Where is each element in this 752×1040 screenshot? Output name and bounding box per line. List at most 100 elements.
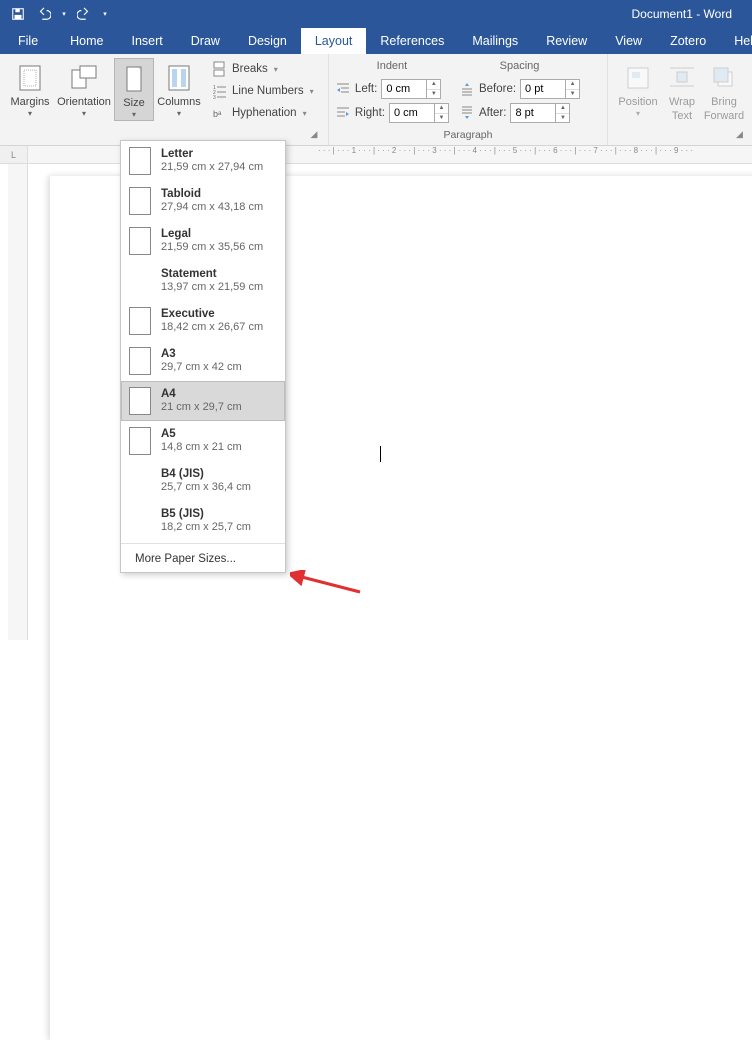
breaks-label: Breaks	[232, 63, 268, 75]
spin-down-icon[interactable]: ▼	[435, 114, 448, 123]
ribbon: Margins ▾ Orientation ▾ Size ▾	[0, 54, 752, 146]
size-option-a5[interactable]: A514,8 cm x 21 cm	[121, 421, 285, 461]
svg-text:bᵃ: bᵃ	[213, 109, 222, 119]
bring-forward-label: Bring	[711, 96, 737, 108]
spin-up-icon[interactable]: ▲	[435, 104, 448, 114]
quick-access-toolbar: ▾ ▾	[0, 3, 112, 25]
spacing-before-label: Before:	[479, 83, 516, 95]
page-icon	[129, 307, 151, 335]
spin-up-icon[interactable]: ▲	[427, 80, 440, 90]
spacing-before-input[interactable]: ▲▼	[520, 79, 580, 99]
size-option-statement[interactable]: Statement13,97 cm x 21,59 cm	[121, 261, 285, 301]
dialog-launcher-icon[interactable]: ◢	[308, 129, 320, 141]
size-dimensions: 29,7 cm x 42 cm	[161, 361, 242, 374]
size-option-a4[interactable]: A421 cm x 29,7 cm	[121, 381, 285, 421]
group-label-paragraph: Paragraph	[335, 129, 601, 143]
margins-button[interactable]: Margins ▾	[6, 58, 54, 119]
vertical-ruler[interactable]	[8, 164, 28, 640]
bring-forward-label2: Forward	[704, 110, 744, 122]
tab-references[interactable]: References	[366, 28, 458, 54]
size-name: Statement	[161, 268, 263, 282]
spacing-before-value[interactable]	[521, 80, 565, 98]
size-option-a3[interactable]: A329,7 cm x 42 cm	[121, 341, 285, 381]
size-option-executive[interactable]: Executive18,42 cm x 26,67 cm	[121, 301, 285, 341]
indent-left-icon	[335, 81, 351, 97]
indent-right-value[interactable]	[390, 104, 434, 122]
tab-view[interactable]: View	[601, 28, 656, 54]
chevron-down-icon: ▾	[82, 110, 86, 119]
tab-review[interactable]: Review	[532, 28, 601, 54]
text-cursor	[380, 446, 381, 462]
spin-up-icon[interactable]: ▲	[556, 104, 569, 114]
save-icon[interactable]	[6, 3, 30, 25]
qat-customize-icon[interactable]: ▾	[98, 3, 112, 25]
spacing-after-input[interactable]: ▲▼	[510, 103, 570, 123]
tab-layout[interactable]: Layout	[301, 28, 367, 54]
spin-down-icon[interactable]: ▼	[427, 90, 440, 99]
redo-icon[interactable]	[72, 3, 96, 25]
group-paragraph: Indent Left: ▲▼ Right: ▲▼ Spacing	[329, 54, 608, 145]
orientation-label: Orientation	[57, 96, 111, 108]
margins-label: Margins	[10, 96, 49, 108]
size-option-tabloid[interactable]: Tabloid27,94 cm x 43,18 cm	[121, 181, 285, 221]
tab-mailings[interactable]: Mailings	[458, 28, 532, 54]
document-title: Document1 - Word	[632, 7, 732, 21]
size-option-letter[interactable]: Letter21,59 cm x 27,94 cm	[121, 141, 285, 181]
indent-right-icon	[335, 105, 351, 121]
size-dimensions: 27,94 cm x 43,18 cm	[161, 201, 263, 214]
tab-home[interactable]: Home	[56, 28, 117, 54]
indent-right-input[interactable]: ▲▼	[389, 103, 449, 123]
breaks-icon	[212, 61, 228, 77]
orientation-icon	[68, 62, 100, 94]
size-dimensions: 13,97 cm x 21,59 cm	[161, 281, 263, 294]
columns-button[interactable]: Columns ▾	[154, 58, 204, 119]
group-arrange: Position ▾ Wrap Text Bring Forward	[608, 54, 752, 145]
spin-down-icon[interactable]: ▼	[556, 114, 569, 123]
line-numbers-button[interactable]: 123 Line Numbers ▾	[208, 80, 318, 102]
undo-dropdown-icon[interactable]: ▾	[58, 3, 70, 25]
size-dimensions: 25,7 cm x 36,4 cm	[161, 481, 251, 494]
line-numbers-icon: 123	[212, 83, 228, 99]
spin-up-icon[interactable]: ▲	[566, 80, 579, 90]
size-name: B4 (JIS)	[161, 468, 251, 482]
hyphenation-button[interactable]: bᵃ Hyphenation ▾	[208, 102, 318, 124]
more-paper-sizes[interactable]: More Paper Sizes...	[121, 546, 285, 572]
columns-icon	[163, 62, 195, 94]
size-button[interactable]: Size ▾	[114, 58, 154, 121]
page-icon	[129, 427, 151, 455]
ruler-corner[interactable]: L	[0, 146, 28, 164]
undo-icon[interactable]	[32, 3, 56, 25]
hyphenation-label: Hyphenation	[232, 107, 297, 119]
page-icon	[129, 347, 151, 375]
tab-zotero[interactable]: Zotero	[656, 28, 720, 54]
size-dimensions: 21,59 cm x 27,94 cm	[161, 161, 263, 174]
group-page-setup: Margins ▾ Orientation ▾ Size ▾	[0, 54, 329, 145]
columns-label: Columns	[157, 96, 200, 108]
indent-left-input[interactable]: ▲▼	[381, 79, 441, 99]
spacing-after-label: After:	[479, 107, 506, 119]
ribbon-tabs: File Home Insert Draw Design Layout Refe…	[0, 28, 752, 54]
tab-insert[interactable]: Insert	[118, 28, 177, 54]
size-option-b4-jis-[interactable]: B4 (JIS)25,7 cm x 36,4 cm	[121, 461, 285, 501]
tab-file[interactable]: File	[0, 28, 56, 54]
size-name: Tabloid	[161, 188, 263, 202]
wrap-text-button: Wrap Text	[662, 58, 702, 122]
size-option-legal[interactable]: Legal21,59 cm x 35,56 cm	[121, 221, 285, 261]
tab-draw[interactable]: Draw	[177, 28, 234, 54]
tab-design[interactable]: Design	[234, 28, 301, 54]
menu-separator	[121, 543, 285, 544]
chevron-down-icon: ▾	[303, 109, 307, 118]
size-dropdown-menu: Letter21,59 cm x 27,94 cmTabloid27,94 cm…	[120, 140, 286, 573]
size-label: Size	[123, 97, 144, 109]
spin-down-icon[interactable]: ▼	[566, 90, 579, 99]
size-name: A5	[161, 428, 242, 442]
tab-help[interactable]: Help	[720, 28, 752, 54]
size-option-b5-jis-[interactable]: B5 (JIS)18,2 cm x 25,7 cm	[121, 501, 285, 541]
chevron-down-icon: ▾	[310, 87, 314, 96]
chevron-down-icon: ▾	[274, 65, 278, 74]
breaks-button[interactable]: Breaks ▾	[208, 58, 318, 80]
margins-icon	[14, 62, 46, 94]
spacing-after-value[interactable]	[511, 104, 555, 122]
indent-left-value[interactable]	[382, 80, 426, 98]
orientation-button[interactable]: Orientation ▾	[54, 58, 114, 119]
